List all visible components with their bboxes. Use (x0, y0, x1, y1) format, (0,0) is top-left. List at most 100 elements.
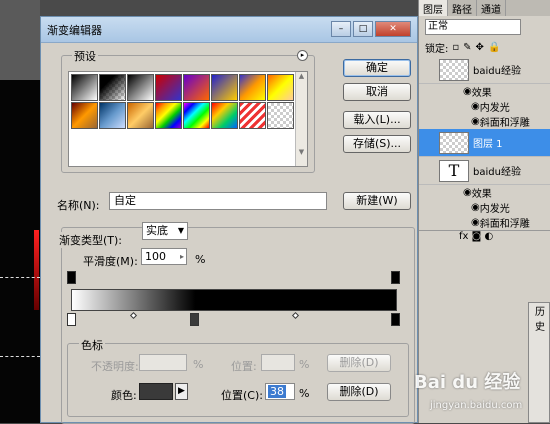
layer-name: baidu经验 (473, 167, 521, 178)
watermark-url: jingyan.baidu.com (430, 400, 523, 411)
tab-paths[interactable]: 路径 (448, 0, 477, 16)
fx-icon[interactable]: fx (459, 231, 468, 242)
lock-move-icon[interactable]: ✥ (476, 42, 484, 53)
layer-name: 图层 1 (473, 139, 503, 150)
lock-brush-icon[interactable]: ✎ (463, 42, 471, 53)
preset-swatch[interactable] (239, 102, 266, 129)
eye-icon[interactable]: ◉ (471, 101, 480, 112)
new-button[interactable]: 新建(W) (343, 192, 411, 210)
preset-swatch[interactable] (183, 102, 210, 129)
eye-icon[interactable]: ◉ (471, 116, 480, 127)
effect-label: 斜面和浮雕 (479, 118, 530, 129)
opacity-unit: % (193, 358, 204, 371)
preset-swatch[interactable] (155, 102, 182, 129)
presets-group: 预设 ▸ ▲ ▼ (61, 48, 315, 173)
location-unit-disabled: % (299, 358, 310, 371)
color-swatch[interactable] (139, 383, 173, 400)
blend-mode-select[interactable]: 正常 (425, 19, 521, 35)
effects-row[interactable]: ◉ 效果 (419, 84, 550, 99)
location-unit: % (299, 387, 310, 400)
effect-bevel[interactable]: ◉ 斜面和浮雕 (419, 215, 550, 230)
text-layer-icon: T (439, 159, 469, 182)
presets-scrollbar[interactable]: ▲ ▼ (295, 72, 307, 166)
mask-icon[interactable]: ◙ (472, 231, 482, 242)
effect-bevel[interactable]: ◉ 斜面和浮雕 (419, 114, 550, 129)
canvas-top-area (0, 0, 40, 80)
effect-inner-glow[interactable]: ◉ 内发光 (419, 99, 550, 114)
ok-button[interactable]: 确定 (343, 59, 411, 77)
color-label: 颜色: (111, 389, 137, 402)
effect-inner-glow[interactable]: ◉ 内发光 (419, 200, 550, 215)
smoothness-input[interactable]: 100 ▸ (141, 248, 187, 265)
color-menu-arrow-icon[interactable]: ▶ (175, 383, 188, 400)
opacity-stop-left[interactable] (67, 271, 76, 284)
presets-menu-icon[interactable]: ▸ (297, 50, 308, 61)
history-tab[interactable]: 历史 (535, 307, 545, 333)
gradient-bar[interactable] (71, 289, 397, 311)
effect-label: 内发光 (479, 103, 510, 114)
lock-transparency-icon[interactable]: ▫ (452, 42, 459, 53)
chevron-down-icon: ▼ (177, 226, 184, 235)
load-button[interactable]: 载入(L)... (343, 111, 411, 129)
location-input[interactable]: 38 (265, 383, 295, 400)
opacity-stop-right[interactable] (391, 271, 400, 284)
layer-row[interactable]: baidu经验 (419, 56, 550, 84)
save-button[interactable]: 存储(S)... (343, 135, 411, 153)
close-icon[interactable]: ✕ (375, 21, 411, 37)
tab-channels[interactable]: 通道 (477, 0, 506, 16)
name-label: 名称(N): (57, 199, 100, 212)
eye-icon[interactable]: ◉ (463, 86, 472, 97)
lock-label: 锁定: (425, 43, 449, 55)
eye-icon[interactable]: ◉ (463, 187, 472, 198)
effects-row[interactable]: ◉ 效果 (419, 185, 550, 200)
location-input-disabled (261, 354, 295, 371)
location-value: 38 (268, 385, 286, 398)
preset-swatch[interactable] (99, 102, 126, 129)
scroll-down-icon[interactable]: ▼ (296, 148, 307, 156)
presets-label: 预设 (72, 48, 98, 64)
layer-row[interactable]: T baidu经验 (419, 157, 550, 185)
name-input[interactable]: 自定 (109, 192, 327, 210)
preset-swatch[interactable] (99, 74, 126, 101)
preset-swatch[interactable] (127, 74, 154, 101)
layers-panel-tabs: 图层 路径 通道 (419, 0, 550, 16)
eye-icon[interactable]: ◉ (471, 217, 480, 228)
preset-swatch[interactable] (155, 74, 182, 101)
eye-icon[interactable]: ◉ (471, 202, 480, 213)
preset-swatch[interactable] (211, 102, 238, 129)
gradient-type-label: 渐变类型(T): (57, 232, 125, 248)
presets-list: ▲ ▼ (68, 71, 308, 167)
lock-all-icon[interactable]: 🔒 (488, 42, 500, 53)
location-label-disabled: 位置: (231, 360, 257, 373)
canvas-guide (0, 277, 40, 278)
preset-swatch[interactable] (183, 74, 210, 101)
watermark-logo: Bai du 经验 (414, 372, 521, 393)
chevron-right-icon[interactable]: ▸ (180, 249, 184, 264)
color-stop-left[interactable] (67, 313, 76, 326)
color-stop-selected[interactable] (190, 313, 200, 326)
color-stop-right[interactable] (391, 313, 400, 326)
canvas-guide (0, 356, 40, 357)
maximize-icon[interactable]: □ (353, 21, 373, 37)
preset-swatch[interactable] (239, 74, 266, 101)
scroll-up-icon[interactable]: ▲ (296, 72, 307, 80)
gradient-type-select[interactable]: 实底 ▼ (142, 222, 188, 240)
minimize-icon[interactable]: – (331, 21, 351, 37)
smoothness-label: 平滑度(M): (83, 255, 138, 268)
gradient-editor-dialog: 渐变编辑器 – □ ✕ 预设 ▸ ▲ ▼ 确定 取消 载入(L)... 存储(S… (40, 16, 418, 424)
preset-swatch[interactable] (267, 74, 294, 101)
preset-swatch[interactable] (71, 102, 98, 129)
gradient-type-value: 实底 (146, 224, 168, 237)
history-panel: 历史 (528, 302, 550, 423)
dialog-title: 渐变编辑器 (47, 23, 102, 37)
layer-row-selected[interactable]: 图层 1 (419, 129, 550, 157)
preset-swatch[interactable] (267, 102, 294, 129)
adjustment-icon[interactable]: ◐ (485, 231, 494, 242)
preset-swatch[interactable] (127, 102, 154, 129)
effects-label: 效果 (471, 88, 492, 99)
delete-button[interactable]: 删除(D) (327, 383, 391, 401)
cancel-button[interactable]: 取消 (343, 83, 411, 101)
tab-layers[interactable]: 图层 (419, 0, 448, 16)
preset-swatch[interactable] (211, 74, 238, 101)
preset-swatch[interactable] (71, 74, 98, 101)
